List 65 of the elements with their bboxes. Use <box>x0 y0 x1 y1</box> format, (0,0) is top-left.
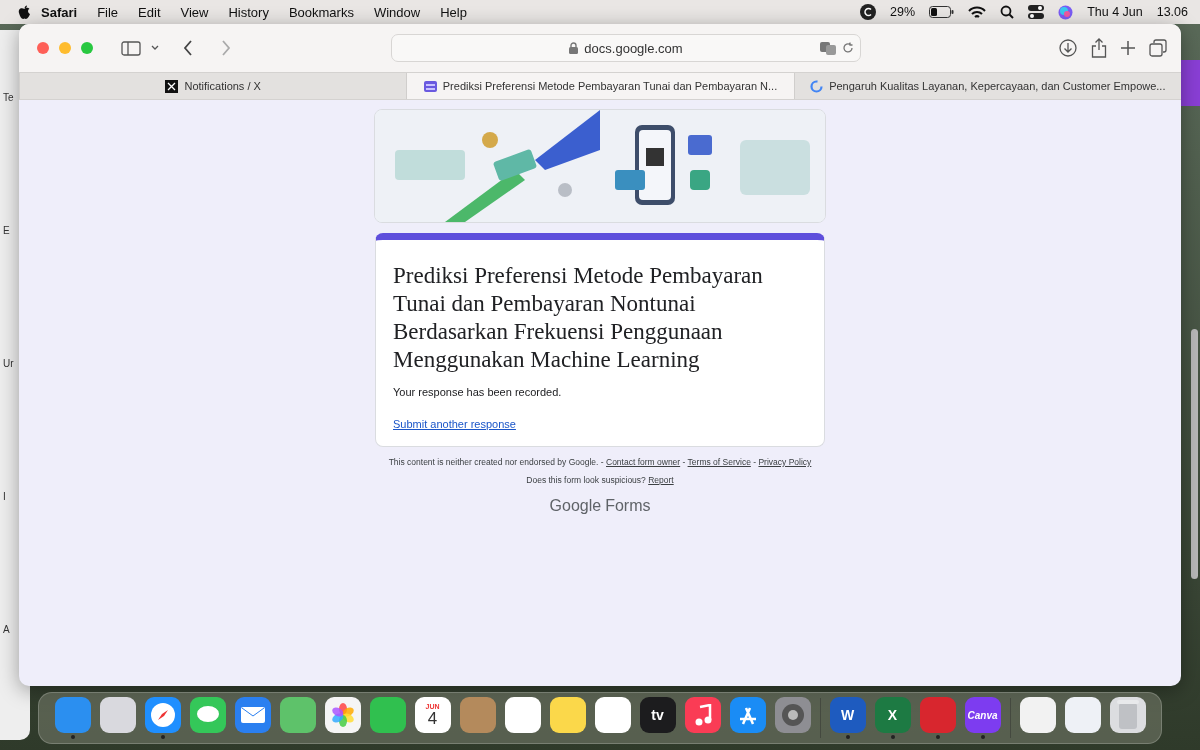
battery-icon[interactable] <box>929 6 955 18</box>
menu-item[interactable]: View <box>170 4 219 20</box>
word-app-icon[interactable]: W <box>829 697 866 733</box>
footer-link[interactable]: Contact form owner <box>606 457 681 467</box>
menu-item[interactable]: File <box>87 4 129 20</box>
footer-link[interactable]: Terms of Service <box>687 457 751 467</box>
translate-icon[interactable] <box>820 41 836 55</box>
trash-can-icon <box>1116 700 1139 730</box>
download-icon[interactable] <box>1059 39 1077 57</box>
wifi-icon[interactable] <box>968 5 987 19</box>
gear-icon <box>779 702 806 728</box>
battery-percentage: 29% <box>890 5 916 19</box>
compass-icon <box>149 702 176 728</box>
siri-icon[interactable] <box>1058 4 1074 20</box>
search-icon[interactable] <box>1000 5 1015 19</box>
x-logo-icon <box>165 79 179 93</box>
address-bar[interactable]: docs.google.com <box>391 34 861 62</box>
tabs-overview-icon[interactable] <box>1149 39 1167 57</box>
plus-icon[interactable] <box>1121 41 1135 55</box>
report-link[interactable]: Report <box>648 475 674 485</box>
product-name: Forms <box>605 497 651 515</box>
partial-text: A <box>3 624 10 635</box>
browser-tab[interactable]: Prediksi Preferensi Metode Pembayaran Tunai dan Pembayaran N... <box>406 73 794 99</box>
confirmation-message: Your response has been recorded. <box>393 386 563 398</box>
chevron-down-icon[interactable] <box>151 45 159 51</box>
music-note-icon <box>693 704 712 726</box>
app-glyph: tv <box>651 707 664 723</box>
calendar-day: 4 <box>427 710 438 727</box>
reload-icon[interactable] <box>842 42 854 54</box>
menu-item[interactable]: Bookmarks <box>278 4 364 20</box>
excel-app-icon[interactable]: X <box>874 697 911 733</box>
url-text: docs.google.com <box>584 40 683 56</box>
report-question: Does this form look suspicious? Report <box>526 475 674 485</box>
tv-app-icon[interactable]: tv <box>639 697 676 733</box>
menu-bar-date[interactable]: Thu 4 Jun <box>1087 5 1143 19</box>
footer-link[interactable]: Privacy Policy <box>758 457 812 467</box>
submit-another-link[interactable]: Submit another response <box>393 418 516 430</box>
close-button[interactable] <box>37 42 49 54</box>
control-center-icon[interactable] <box>1028 5 1045 19</box>
menu-bar-time[interactable]: 13.06 <box>1156 5 1188 19</box>
disclaimer-text: This content is neither created nor endorsed by Google. - Contact form owner - Terms of Service - Privacy Policy <box>388 457 812 467</box>
form-icon <box>423 80 437 92</box>
envelope-icon <box>240 707 265 723</box>
app-glyph: Canva <box>967 709 998 721</box>
menu-item[interactable]: Help <box>430 4 477 20</box>
menu-item[interactable]: History <box>218 4 279 20</box>
share-icon[interactable] <box>1091 38 1107 58</box>
flower-icon <box>329 702 356 728</box>
menu-item[interactable]: Window <box>363 4 431 20</box>
canva-app-icon[interactable]: Canva <box>964 697 1001 733</box>
apple-logo-icon[interactable] <box>18 4 31 20</box>
c-circle-icon[interactable] <box>860 4 877 20</box>
partial-text: Te <box>3 92 14 103</box>
speech-bubble-icon <box>195 705 220 725</box>
lock-icon <box>569 42 579 54</box>
menu-item[interactable]: Edit <box>128 4 171 20</box>
form-title: Prediksi Preferensi Metode Pembayaran Tunai dan Pembayaran Nontunai Berdasarkan Frekuensi Penggunaan Menggunakan Machine Learning <box>393 262 764 374</box>
app-glyph: W <box>840 707 855 723</box>
partial-text: E <box>3 225 10 236</box>
partial-text: Ur <box>3 358 14 369</box>
app-glyph: X <box>887 707 898 723</box>
brand-logo-text: Google <box>549 497 602 515</box>
partial-text: I <box>3 491 6 502</box>
sidebar-icon[interactable] <box>121 40 141 56</box>
app-menu[interactable]: Safari <box>31 4 88 20</box>
